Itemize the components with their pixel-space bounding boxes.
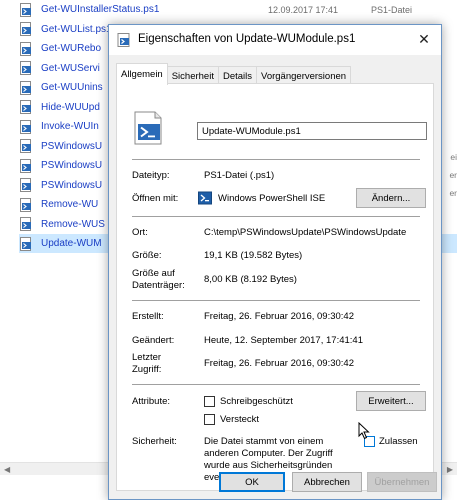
tab-label: Vorgängerversionen — [261, 70, 347, 82]
close-button[interactable]: ✕ — [407, 25, 441, 53]
powershell-file-large-icon — [134, 111, 162, 145]
security-text: Die Datei stammt von einem — [204, 436, 324, 447]
file-name: Get-WUServi — [41, 62, 100, 74]
file-type: PS1-Datei — [371, 4, 413, 15]
unblock-label: Zulassen — [379, 436, 418, 447]
ps1-file-icon — [19, 22, 33, 36]
created-label: Erstellt: — [132, 311, 164, 322]
apply-button[interactable]: Übernehmen — [367, 472, 437, 492]
size-on-disk-value: 8,00 KB (8.192 Bytes) — [204, 274, 297, 285]
separator — [132, 384, 420, 385]
security-text: wurde aus Sicherheitsgründen — [204, 460, 333, 471]
attributes-label: Attribute: — [132, 396, 171, 407]
ps1-file-icon — [19, 61, 33, 75]
file-name: Hide-WUUpd — [41, 101, 100, 113]
security-text: anderen Computer. Der Zugriff — [204, 448, 333, 459]
file-name: Invoke-WUIn — [41, 121, 99, 132]
ps1-file-icon — [19, 80, 33, 95]
advanced-button[interactable]: Erweitert... — [356, 391, 426, 411]
modified-value: Heute, 12. September 2017, 17:41:41 — [204, 335, 363, 346]
ps1-file-icon — [19, 197, 33, 212]
column-cut-text: er — [449, 188, 457, 198]
security-label: Sicherheit: — [132, 436, 177, 447]
file-name: Remove-WUS — [41, 218, 105, 230]
file-name: Get-WUList.ps1 — [41, 23, 112, 35]
file-name-input[interactable] — [197, 122, 427, 140]
created-value: Freitag, 26. Februar 2016, 09:30:42 — [204, 311, 354, 322]
location-value: C:\temp\PSWindowsUpdate\PSWindowsUpdate — [204, 227, 407, 238]
scroll-left-icon[interactable]: ◀ — [4, 465, 10, 474]
tab-label: Details — [222, 70, 253, 82]
ps1-file-icon — [19, 139, 33, 153]
hidden-checkbox[interactable] — [204, 414, 215, 425]
mouse-cursor-icon — [358, 422, 370, 440]
tab-bar: Allgemein Sicherheit Details Vorgängerve… — [116, 63, 352, 85]
powershell-file-icon — [117, 33, 130, 47]
tab-label: Allgemein — [121, 69, 163, 80]
tab-label: Sicherheit — [171, 70, 214, 82]
separator — [132, 300, 420, 301]
properties-dialog: Eigenschaften von Update-WUModule.ps1 ✕ … — [108, 24, 442, 500]
size-on-disk-label: Datenträger: — [132, 280, 185, 291]
size-value: 19,1 KB (19.582 Bytes) — [204, 250, 303, 261]
column-cut-text: ei — [450, 152, 457, 162]
file-name: PSWindowsU — [41, 140, 103, 152]
cancel-button-label: Abbrechen — [304, 476, 350, 488]
separator — [132, 216, 420, 217]
ps1-file-icon — [19, 41, 33, 56]
file-name: PSWindowsU — [41, 160, 103, 171]
accessed-value: Freitag, 26. Februar 2016, 09:30:42 — [204, 358, 354, 369]
opens-with-label: Öffnen mit: — [132, 193, 179, 204]
tab-allgemein[interactable]: Allgemein — [116, 63, 168, 85]
change-button-label: Ändern... — [371, 192, 411, 204]
ps1-file-icon — [19, 119, 33, 134]
file-row[interactable]: Get-WUInstallerStatus.ps1 12.09.2017 17:4… — [19, 0, 457, 19]
accessed-label: Zugriff: — [132, 364, 162, 375]
apply-button-label: Übernehmen — [374, 476, 430, 488]
ok-button[interactable]: OK — [219, 472, 285, 492]
dialog-titlebar[interactable]: Eigenschaften von Update-WUModule.ps1 ✕ — [109, 25, 441, 55]
file-name: Get-WURebo — [41, 43, 102, 54]
modified-label: Geändert: — [132, 335, 175, 346]
file-name: Get-WUUnins — [41, 82, 103, 93]
general-tab-panel: Dateityp: PS1-Datei (.ps1) Öffnen mit: W… — [116, 83, 434, 491]
ps1-file-icon — [19, 217, 33, 231]
size-on-disk-label: Größe auf — [132, 268, 175, 279]
location-label: Ort: — [132, 227, 148, 238]
ps1-file-icon — [19, 2, 33, 17]
ps1-file-icon — [19, 236, 33, 251]
close-icon: ✕ — [418, 30, 430, 47]
change-button[interactable]: Ändern... — [356, 188, 426, 208]
opens-with-value: Windows PowerShell ISE — [218, 193, 326, 204]
file-name: Remove-WU — [41, 199, 99, 210]
dialog-title: Eigenschaften von Update-WUModule.ps1 — [138, 33, 356, 45]
type-label: Dateityp: — [132, 170, 170, 181]
file-date: 12.09.2017 17:41 — [268, 4, 339, 15]
accessed-label: Letzter — [132, 352, 162, 363]
powershell-ise-icon — [198, 191, 212, 205]
file-name: Get-WUInstallerStatus.ps1 — [41, 4, 160, 15]
cancel-button[interactable]: Abbrechen — [292, 472, 362, 492]
hidden-label: Versteckt — [220, 414, 260, 425]
file-name: Update-WUM — [41, 238, 102, 249]
file-name: PSWindowsU — [41, 179, 103, 191]
scroll-right-icon[interactable]: ▶ — [447, 465, 453, 474]
separator — [132, 159, 420, 160]
column-cut-text: er — [449, 170, 457, 180]
ok-button-label: OK — [245, 476, 259, 488]
advanced-button-label: Erweitert... — [368, 395, 414, 407]
ps1-file-icon — [19, 158, 33, 173]
type-value: PS1-Datei (.ps1) — [204, 170, 275, 181]
readonly-label: Schreibgeschützt — [220, 396, 293, 407]
readonly-checkbox[interactable] — [204, 396, 215, 407]
ps1-file-icon — [19, 100, 33, 114]
ps1-file-icon — [19, 178, 33, 192]
size-label: Größe: — [132, 250, 162, 261]
